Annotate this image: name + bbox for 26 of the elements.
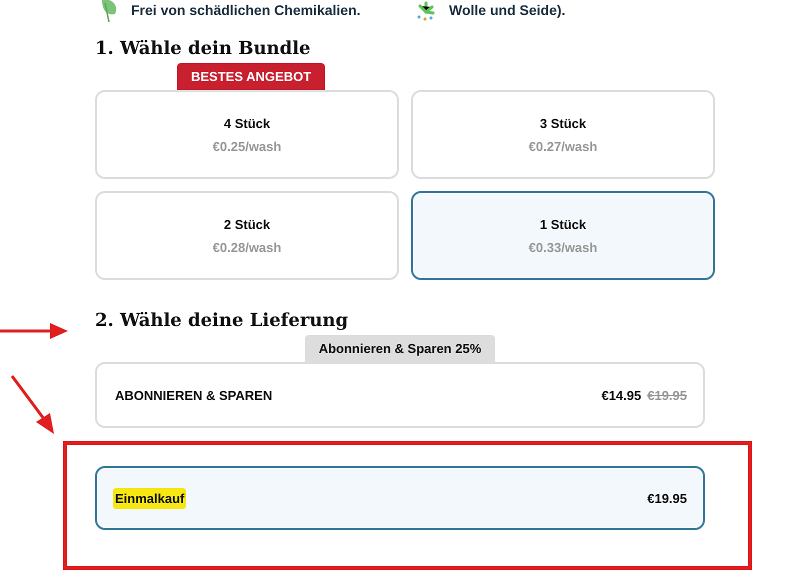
bundle-option[interactable]: 4 Stück €0.25/wash — [95, 90, 399, 179]
old-price: €19.95 — [647, 388, 687, 402]
price: €19.95 — [647, 490, 687, 506]
unit-price: €0.25/wash — [212, 138, 282, 154]
leaf-icon — [99, 0, 119, 22]
feature-text: Frei von schädlichen Chemikalien. — [131, 2, 361, 18]
option-name: 1 Stück — [540, 216, 586, 232]
option-label: Einmalkauf — [113, 488, 186, 508]
delivery-option[interactable]: Einmalkauf €19.95 — [95, 466, 705, 530]
feature-text: Wolle und Seide). — [449, 2, 566, 18]
unit-price: €0.28/wash — [212, 240, 282, 254]
bundle-option[interactable]: 3 Stück €0.27/wash — [411, 90, 715, 179]
sparkle-icon — [415, 0, 437, 22]
option-label: ABONNIEREN & SPAREN — [114, 386, 274, 404]
unit-price: €0.33/wash — [528, 240, 598, 254]
delivery-option[interactable]: ABONNIEREN & SPAREN €14.95 €19.95 — [95, 362, 705, 428]
price: €14.95 — [601, 388, 642, 402]
section-heading: 1. Wähle dein Bundle — [95, 38, 312, 59]
bundle-option[interactable]: 2 Stück €0.28/wash — [95, 191, 399, 280]
unit-price: €0.27/wash — [528, 138, 598, 154]
best-offer-badge: BESTES ANGEBOT — [177, 63, 326, 90]
option-name: 3 Stück — [540, 116, 586, 130]
option-name: 4 Stück — [224, 116, 270, 130]
bundle-option[interactable]: 1 Stück €0.33/wash — [411, 191, 715, 280]
section-heading: 2. Wähle deine Lieferung — [95, 310, 350, 331]
option-name: 2 Stück — [224, 216, 270, 232]
